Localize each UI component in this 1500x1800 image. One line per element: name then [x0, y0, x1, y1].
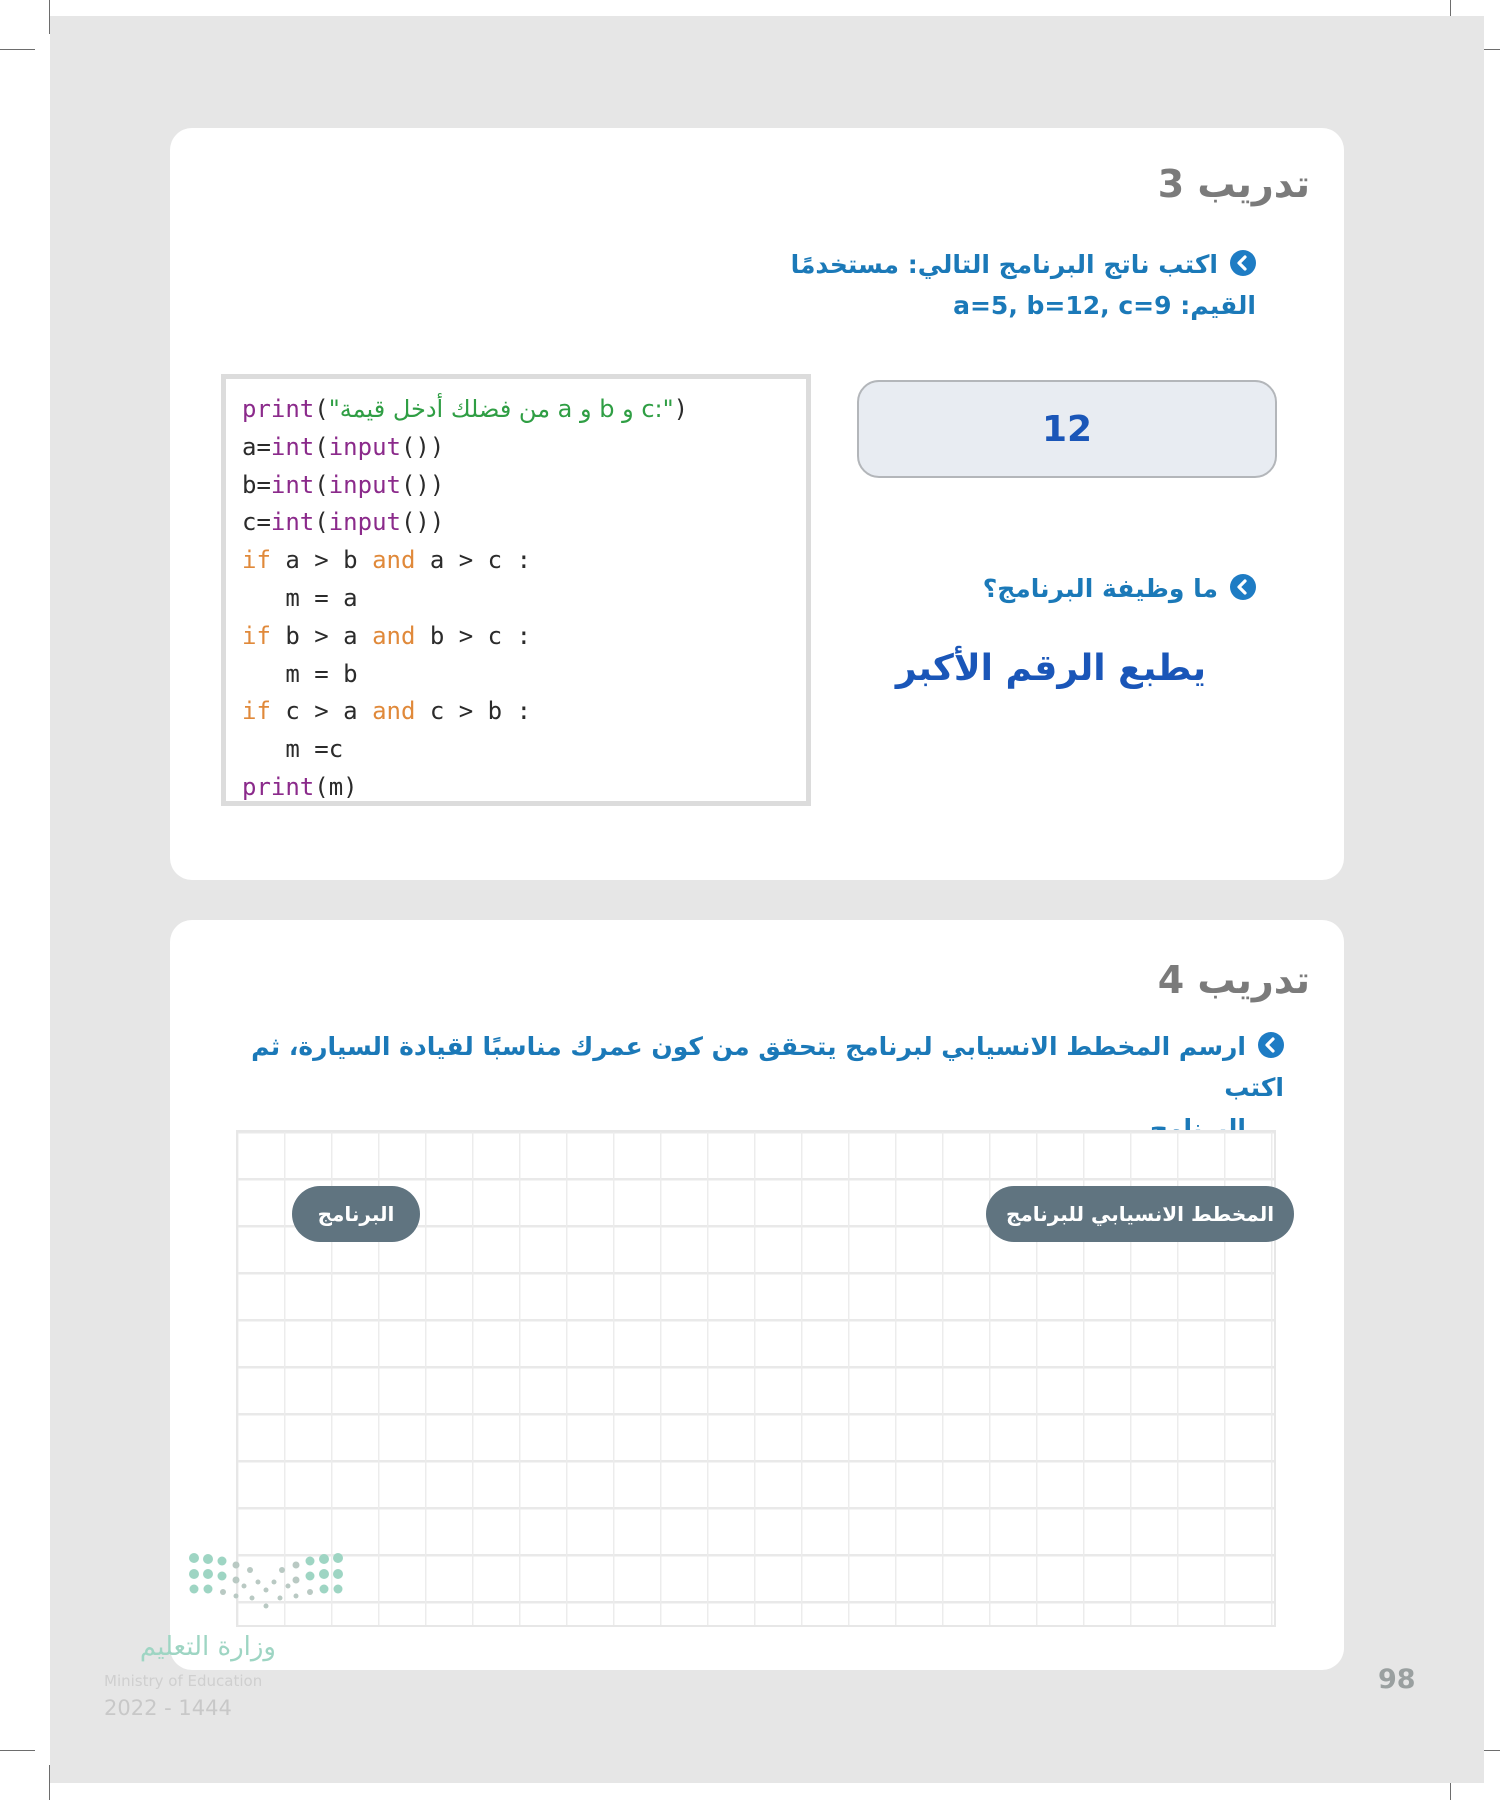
code-keyword: if: [242, 697, 271, 726]
chevron-left-circle-icon: [1258, 1032, 1284, 1058]
edition-year: 2022 - 1444: [104, 1696, 232, 1720]
code-line: if b > a and b > c :: [242, 618, 806, 656]
code-keyword: and: [372, 621, 416, 650]
code-line: if a > b and a > c :: [242, 542, 806, 580]
code-line: print(m): [242, 769, 806, 807]
chevron-left-circle-icon: [1230, 250, 1256, 276]
answer-program-function[interactable]: يطبع الرقم الأكبر: [896, 648, 1206, 689]
code-line: m = b: [242, 659, 358, 688]
chevron-left-circle-icon: [1230, 574, 1256, 600]
exercise-3-question-1: اكتب ناتج البرنامج التالي: مستخدمًا القي…: [791, 244, 1256, 326]
question-1-line-1: اكتب ناتج البرنامج التالي: مستخدمًا: [791, 244, 1256, 285]
drawing-grid[interactable]: المخطط الانسيابي للبرنامج البرنامج: [236, 1130, 1294, 1627]
code-text: ()): [400, 508, 445, 537]
code-text: b > c :: [415, 621, 532, 650]
code-text: c > b :: [415, 697, 532, 726]
crop-mark: [0, 49, 35, 50]
code-text: ()): [400, 470, 445, 499]
code-text: (: [314, 432, 329, 461]
code-text: a=: [242, 432, 271, 461]
code-line: print("من فضلك أدخل قيمة a و b و c:"): [242, 391, 806, 429]
code-keyword: input: [328, 508, 401, 537]
code-text: c=: [242, 508, 271, 537]
question-2-text: ما وظيفة البرنامج؟: [982, 574, 1218, 603]
code-keyword: int: [270, 432, 315, 461]
code-line: c=int(input()): [242, 504, 806, 542]
code-string: "من فضلك أدخل قيمة a و b و c:": [328, 395, 674, 423]
code-line: if c > a and c > b :: [242, 693, 806, 731]
flowchart-label: المخطط الانسيابي للبرنامج: [986, 1186, 1294, 1242]
code-text: (: [314, 395, 329, 423]
code-block: print("من فضلك أدخل قيمة a و b و c:") a=…: [221, 374, 811, 806]
code-text: (m): [314, 772, 358, 801]
exercise-3-title: تدريب 3: [1157, 162, 1310, 206]
exercise-4-title: تدريب 4: [1157, 958, 1310, 1002]
answer-output-value: 12: [1041, 408, 1093, 450]
page-number: 98: [1378, 1664, 1416, 1695]
code-text: a > b: [270, 546, 373, 575]
question-1-text: اكتب ناتج البرنامج التالي: مستخدمًا: [790, 250, 1218, 279]
code-keyword: input: [328, 432, 401, 461]
exercise-3-card: تدريب 3 اكتب ناتج البرنامج التالي: مستخد…: [170, 128, 1344, 880]
code-keyword: int: [270, 470, 315, 499]
code-keyword: and: [372, 546, 416, 575]
code-text: (: [314, 508, 329, 537]
question-text: ارسم المخطط الانسيابي لبرنامج يتحقق من ك…: [251, 1032, 1284, 1102]
logo-english-text: Ministry of Education: [104, 1672, 263, 1690]
code-line: m =c: [242, 735, 344, 764]
code-line: m = a: [242, 583, 358, 612]
code-text: ()): [400, 432, 445, 461]
crop-mark: [0, 1750, 35, 1751]
code-text: b=: [242, 470, 271, 499]
code-keyword: print: [242, 772, 315, 801]
code-keyword: int: [270, 508, 315, 537]
code-keyword: and: [372, 697, 416, 726]
code-text: ): [673, 395, 689, 423]
code-keyword: input: [328, 470, 401, 499]
question-1-values: القيم: a=5, b=12, c=9: [953, 291, 1256, 320]
code-text: (: [314, 470, 329, 499]
exercise-3-question-2: ما وظيفة البرنامج؟: [983, 568, 1256, 609]
code-line: b=int(input()): [242, 467, 806, 505]
code-text: b > a: [270, 621, 373, 650]
logo-arabic-text: وزارة التعليم: [139, 1632, 276, 1662]
code-keyword: print: [242, 395, 315, 423]
code-line: a=int(input()): [242, 429, 806, 467]
ministry-dots-logo-icon: [189, 1553, 343, 1609]
question-line-1: ارسم المخطط الانسيابي لبرنامج يتحقق من ك…: [224, 1026, 1284, 1108]
program-label: البرنامج: [292, 1186, 420, 1242]
code-text: c > a: [270, 697, 373, 726]
code-text: a > c :: [415, 546, 532, 575]
answer-box-output[interactable]: 12: [857, 380, 1277, 478]
code-keyword: if: [242, 621, 271, 650]
code-keyword: if: [242, 546, 271, 575]
